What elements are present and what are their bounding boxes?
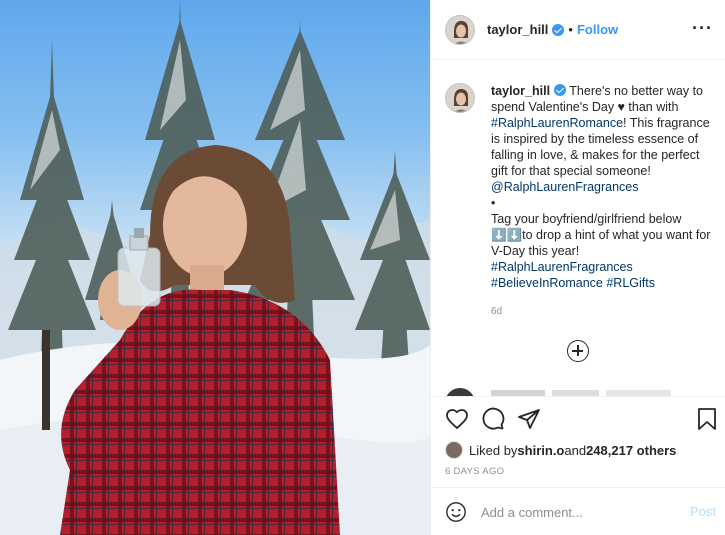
more-options-icon[interactable]: ···: [692, 18, 713, 39]
comment-input[interactable]: [481, 502, 671, 522]
verified-badge-icon: [554, 84, 567, 96]
caption-age: 6d: [491, 306, 503, 317]
post-side-panel: taylor_hill • Follow ··· taylor_hill The…: [430, 0, 725, 535]
action-bar: [431, 396, 725, 440]
post-photo[interactable]: [0, 0, 430, 535]
caption-body-3: • Tag your boyfriend/girlfriend below ⬇️…: [491, 196, 711, 258]
comment-avatar: [445, 388, 475, 396]
verified-badge-icon: [552, 23, 565, 36]
liker-avatar[interactable]: [445, 441, 463, 459]
hashtag-link[interactable]: #RalphLaurenFragrances: [491, 260, 633, 274]
follow-button[interactable]: Follow: [577, 22, 618, 37]
comment-icon[interactable]: [481, 407, 505, 431]
author-username[interactable]: taylor_hill: [487, 22, 548, 37]
comment-form: Post: [431, 487, 725, 535]
bookmark-icon[interactable]: [695, 407, 719, 431]
caption-text: taylor_hill There's no better way to spe…: [491, 83, 715, 291]
post-header: taylor_hill • Follow ···: [431, 0, 725, 60]
post-date: 6 DAYS AGO: [445, 466, 505, 477]
emoji-icon[interactable]: [445, 501, 467, 523]
hashtag-link[interactable]: #BelieveInRomance: [491, 276, 603, 290]
avatar-portrait-icon: [446, 84, 474, 112]
post-photo-illustration: [0, 0, 430, 535]
post-comment-button[interactable]: Post: [690, 504, 716, 519]
caption-username[interactable]: taylor_hill: [491, 84, 550, 98]
hashtag-link[interactable]: #RalphLaurenRomance: [491, 116, 623, 130]
likes-summary: Liked by shirin.o and 248,217 others: [445, 440, 676, 460]
share-icon[interactable]: [517, 407, 541, 431]
hashtag-link[interactable]: #RLGifts: [606, 276, 655, 290]
comments-list[interactable]: taylor_hill There's no better way to spe…: [431, 61, 725, 396]
mention-link[interactable]: @RalphLaurenFragrances: [491, 180, 639, 194]
likes-prefix: Liked by: [469, 442, 518, 458]
liker-username[interactable]: shirin.o: [517, 443, 564, 458]
avatar-portrait-icon: [446, 15, 474, 44]
heart-icon[interactable]: [445, 407, 469, 431]
likes-middle: and: [564, 442, 587, 458]
caption-author-avatar[interactable]: [445, 83, 475, 113]
separator-dot: •: [568, 22, 573, 37]
plus-circle-icon[interactable]: [567, 340, 589, 362]
author-avatar[interactable]: [445, 14, 475, 45]
partial-comment-row: [445, 388, 717, 396]
likes-count[interactable]: 248,217 others: [586, 443, 676, 458]
